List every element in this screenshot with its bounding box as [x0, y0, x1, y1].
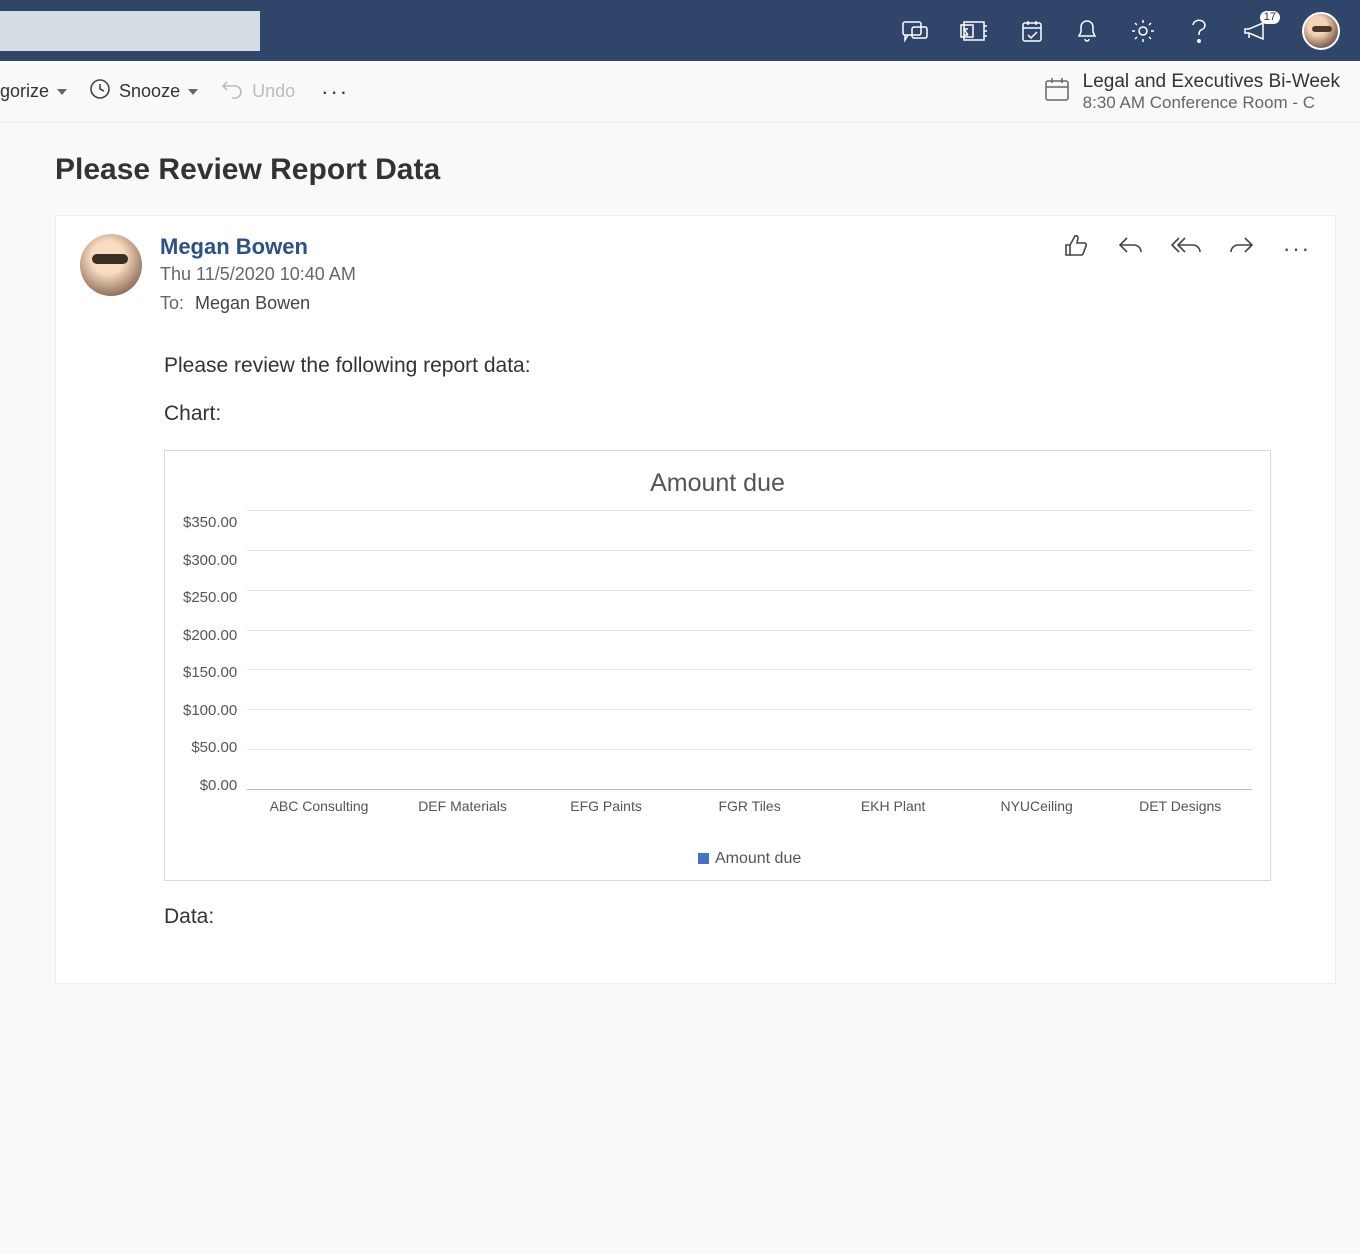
body-intro: Please review the following report data: — [164, 354, 1311, 378]
snooze-button[interactable]: Snooze — [89, 78, 198, 105]
chart-plot-area — [247, 510, 1252, 790]
y-tick: $250.00 — [183, 589, 237, 606]
grid-line — [247, 550, 1252, 551]
snooze-label: Snooze — [119, 81, 180, 102]
legend-label: Amount due — [715, 850, 801, 867]
y-tick: $350.00 — [183, 514, 237, 531]
more-message-actions[interactable]: ··· — [1283, 236, 1311, 262]
x-tick: DET Designs — [1108, 798, 1252, 836]
x-tick: EKH Plant — [821, 798, 965, 836]
chart-legend: Amount due — [247, 850, 1252, 868]
x-tick: NYUCeiling — [965, 798, 1109, 836]
reply-all-button[interactable] — [1171, 235, 1201, 262]
sent-time: Thu 11/5/2020 10:40 AM — [160, 264, 356, 285]
help-icon[interactable] — [1188, 17, 1210, 45]
todo-icon[interactable] — [1020, 18, 1044, 44]
search-input[interactable] — [0, 11, 260, 51]
undo-button[interactable]: Undo — [220, 78, 295, 105]
email-subject: Please Review Report Data — [55, 153, 1360, 187]
legend-swatch — [698, 853, 709, 864]
to-label: To: — [160, 293, 184, 313]
account-avatar[interactable] — [1302, 12, 1340, 50]
y-tick: $150.00 — [183, 664, 237, 681]
y-tick: $0.00 — [200, 777, 238, 794]
announcements-icon[interactable]: 17 — [1242, 19, 1270, 43]
clock-icon — [89, 78, 111, 105]
like-button[interactable] — [1063, 234, 1089, 263]
recipients-line: To: Megan Bowen — [160, 293, 356, 314]
chevron-down-icon — [57, 89, 67, 95]
message-actions: ··· — [1063, 234, 1311, 263]
announcements-badge: 17 — [1260, 11, 1280, 24]
categorize-button[interactable]: gorize — [0, 81, 67, 102]
calendar-icon — [1043, 75, 1071, 108]
chart-y-axis: $350.00 $300.00 $250.00 $200.00 $150.00 $100.… — [183, 514, 237, 794]
upcoming-event[interactable]: Legal and Executives Bi-Week 8:30 AM Con… — [1043, 71, 1340, 113]
forward-button[interactable] — [1229, 235, 1255, 262]
topbar-action-group: 17 — [902, 12, 1340, 50]
grid-line — [247, 510, 1252, 511]
chart-plot: ABC ConsultingDEF MaterialsEFG PaintsFGR… — [247, 510, 1252, 868]
chat-icon[interactable] — [902, 19, 928, 43]
event-subtitle: 8:30 AM Conference Room - C — [1083, 93, 1340, 113]
x-tick: DEF Materials — [391, 798, 535, 836]
y-tick: $100.00 — [183, 702, 237, 719]
command-bar: gorize Snooze Undo ··· Legal and Executi… — [0, 61, 1360, 123]
body-data-label: Data: — [164, 905, 1311, 929]
x-tick: EFG Paints — [534, 798, 678, 836]
notifications-icon[interactable] — [1076, 18, 1098, 44]
app-title-bar: 17 — [0, 0, 1360, 61]
chart-x-axis: ABC ConsultingDEF MaterialsEFG PaintsFGR… — [247, 798, 1252, 836]
y-tick: $300.00 — [183, 552, 237, 569]
chevron-down-icon — [188, 89, 198, 95]
reading-pane: Please Review Report Data Megan Bowen Th… — [0, 123, 1360, 984]
chart-container: Amount due $350.00$300.00$250.00$200.00$… — [164, 450, 1271, 881]
grid-line — [247, 630, 1252, 631]
undo-label: Undo — [252, 81, 295, 102]
undo-icon — [220, 78, 244, 105]
y-tick: $50.00 — [191, 739, 237, 756]
onenote-icon[interactable] — [960, 19, 988, 43]
y-tick: $200.00 — [183, 627, 237, 644]
to-value: Megan Bowen — [195, 293, 310, 313]
chart-title: Amount due — [183, 469, 1252, 498]
sender-name[interactable]: Megan Bowen — [160, 234, 356, 260]
grid-line — [247, 749, 1252, 750]
body-chart-label: Chart: — [164, 402, 1311, 426]
grid-line — [247, 590, 1252, 591]
x-tick: FGR Tiles — [678, 798, 822, 836]
reply-button[interactable] — [1117, 235, 1143, 262]
message-header: Megan Bowen Thu 11/5/2020 10:40 AM To: M… — [80, 234, 1311, 314]
categorize-label: gorize — [0, 81, 49, 102]
sender-avatar[interactable] — [80, 234, 142, 296]
grid-line — [247, 709, 1252, 710]
message-card: Megan Bowen Thu 11/5/2020 10:40 AM To: M… — [55, 215, 1336, 984]
more-commands-button[interactable]: ··· — [321, 79, 349, 105]
event-title: Legal and Executives Bi-Week — [1083, 71, 1340, 93]
settings-icon[interactable] — [1130, 18, 1156, 44]
grid-line — [247, 669, 1252, 670]
x-tick: ABC Consulting — [247, 798, 391, 836]
